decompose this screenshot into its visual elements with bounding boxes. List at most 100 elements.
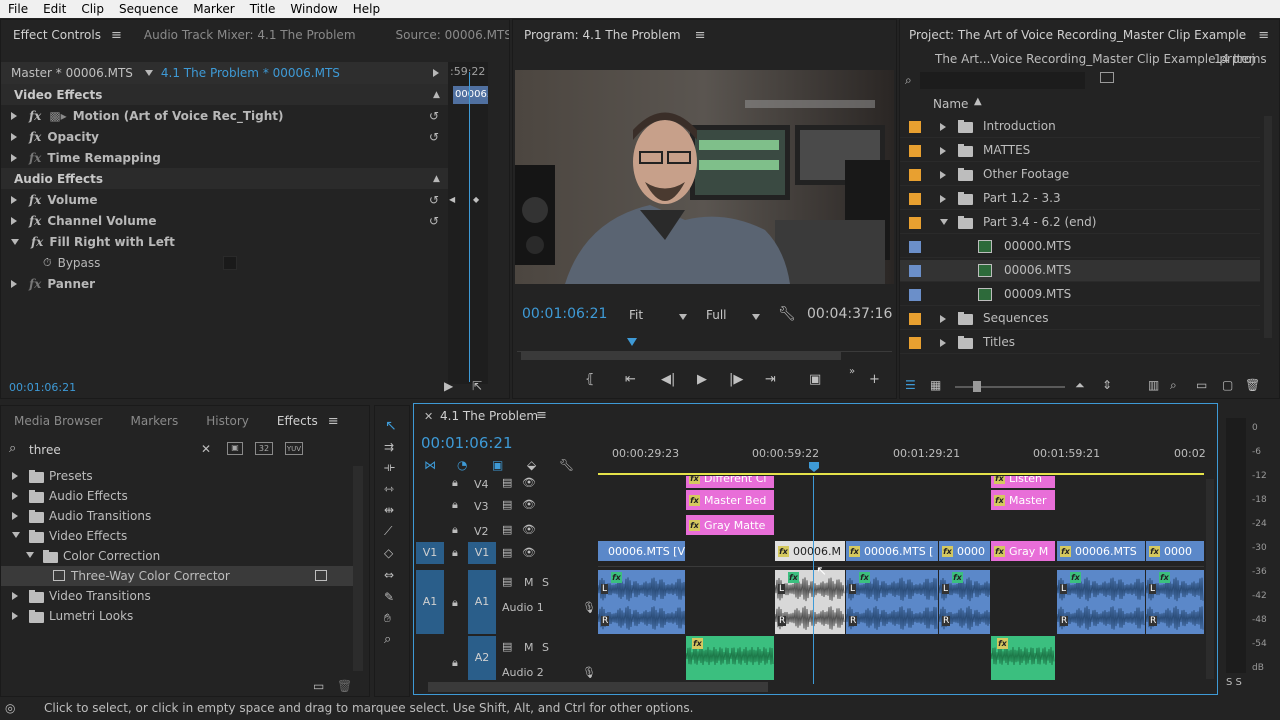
audio-clip-a1[interactable]: L Rfx (1057, 570, 1145, 634)
clip-v1[interactable]: fx 0000 (939, 541, 990, 561)
add-button-icon[interactable]: + (869, 372, 880, 387)
sync-lock-icon[interactable]: ▤ (502, 523, 512, 536)
menu-clip[interactable]: Clip (73, 2, 111, 16)
nest-icon[interactable]: ▣ (492, 458, 503, 472)
lock-icon[interactable]: 🔒︎ (452, 476, 458, 490)
clip-v1[interactable]: fx 00006.MTS [ (846, 541, 938, 561)
reset-icon[interactable]: ↺ (429, 130, 439, 144)
lock-icon[interactable]: 🔒︎ (452, 596, 458, 610)
master-dropdown-icon[interactable] (144, 70, 153, 76)
effects-search-input[interactable]: three ✕ (27, 441, 215, 459)
expand-icon[interactable] (940, 171, 946, 179)
program-scrub-bar[interactable] (517, 338, 892, 352)
effect-fill-right[interactable]: fx Fill Right with Left (1, 231, 448, 252)
label-color-swatch[interactable] (909, 313, 921, 325)
panel-menu-icon[interactable]: ≡ (328, 414, 339, 429)
timeline-timecode[interactable]: 00:01:06:21 (421, 434, 513, 452)
collapse-icon[interactable] (26, 552, 34, 558)
effects-tree-item[interactable]: Audio Effects (1, 486, 353, 506)
linked-selection-icon[interactable]: ◔ (457, 458, 467, 472)
play-audio-icon[interactable]: ▶ (444, 379, 453, 393)
menu-window[interactable]: Window (282, 2, 344, 16)
effects-tree-item[interactable]: Video Effects (1, 526, 353, 546)
effects-tree-item[interactable]: Audio Transitions (1, 506, 353, 526)
project-item[interactable]: Other Footage (900, 164, 1260, 186)
expand-icon[interactable] (11, 216, 17, 225)
audio-clip-a1[interactable]: L Rfx (775, 570, 845, 634)
clear-search-icon[interactable]: ✕ (201, 442, 211, 456)
eye-icon[interactable]: 👁︎ (522, 546, 536, 559)
find-icon[interactable]: ⌕ (1170, 378, 1177, 393)
eye-icon[interactable]: 👁︎ (522, 498, 536, 511)
reset-icon[interactable]: ↺ (429, 214, 439, 228)
project-item[interactable]: Titles (900, 332, 1260, 354)
menu-edit[interactable]: Edit (35, 2, 73, 16)
expand-icon[interactable] (12, 612, 18, 620)
trash-icon[interactable]: 🗑︎ (337, 679, 352, 693)
rolling-edit-tool-icon[interactable]: ⇿ (384, 482, 394, 496)
eye-icon[interactable]: 👁︎ (522, 523, 536, 536)
clip-v1-matte[interactable]: fx Gray M (991, 541, 1055, 561)
sequence-clip-label[interactable]: 4.1 The Problem * 00006.MTS (161, 66, 340, 80)
more-icon[interactable]: » (849, 366, 855, 377)
project-scrollbar[interactable] (1264, 116, 1272, 338)
ripple-edit-tool-icon[interactable]: ⟛ (384, 460, 395, 475)
reset-icon[interactable]: ↺ (429, 193, 439, 207)
solo-button[interactable]: S (542, 576, 549, 589)
slider-handle[interactable] (973, 381, 981, 392)
track-area[interactable]: fx Different Ci fx Listen fx Master Bed fx M… (598, 476, 1204, 684)
tab-timeline[interactable]: 4.1 The Problem (440, 409, 538, 423)
step-forward-icon[interactable]: |▶ (729, 372, 743, 387)
audio-clip-a1[interactable]: L Rfx (598, 570, 685, 634)
effect-opacity[interactable]: fx Opacity ↺ (1, 126, 448, 147)
expand-icon[interactable] (11, 153, 17, 162)
audio-clip-a1[interactable]: L Rfx (939, 570, 990, 634)
snap-icon[interactable]: ⋈ (424, 458, 436, 472)
pen-tool-icon[interactable]: ✎ (384, 590, 394, 604)
mini-playhead[interactable] (469, 72, 470, 382)
zoom-tool-icon[interactable]: ⌕ (384, 632, 391, 647)
list-view-icon[interactable]: ☰ (905, 378, 916, 392)
mute-button[interactable]: M (524, 576, 534, 589)
collapse-icon[interactable] (940, 219, 948, 225)
label-color-swatch[interactable] (909, 289, 921, 301)
expand-icon[interactable] (12, 492, 18, 500)
fx-icon[interactable]: fx (29, 214, 41, 228)
clip-v4-title[interactable]: fx Listen (991, 476, 1055, 488)
timeline-horizontal-scrollbar[interactable] (428, 682, 768, 692)
fx-icon[interactable]: fx (29, 109, 41, 123)
sync-lock-icon[interactable]: ▤ (502, 498, 512, 511)
tab-project[interactable]: Project: The Art of Voice Recording_Mast… (900, 28, 1254, 42)
solo-button[interactable]: S (542, 641, 549, 654)
clip-v1[interactable]: fx 0000 (1146, 541, 1204, 561)
clip-v1[interactable]: fx 00006.MTS (1057, 541, 1145, 561)
playhead-line[interactable] (813, 476, 814, 684)
eye-icon[interactable]: 👁︎ (522, 476, 536, 489)
tab-effects[interactable]: Effects (269, 414, 326, 428)
new-bin-icon[interactable]: ▭ (313, 679, 324, 693)
tab-media-browser[interactable]: Media Browser (1, 414, 110, 428)
lock-icon[interactable]: 🔒︎ (452, 523, 458, 537)
program-timecode[interactable]: 00:01:06:21 (522, 306, 607, 322)
clip-v1[interactable]: 00006.MTS [V] (598, 541, 685, 561)
mute-button[interactable]: M (524, 641, 534, 654)
clip-v3-title[interactable]: fx Master (991, 490, 1055, 510)
timeline-settings-icon[interactable]: 🔧︎ (559, 458, 574, 472)
mic-icon[interactable]: 🎙︎ (582, 666, 596, 679)
fit-dropdown[interactable]: Fit (629, 308, 687, 324)
label-color-swatch[interactable] (909, 145, 921, 157)
panel-menu-icon[interactable]: ≡ (536, 408, 547, 423)
program-zoom-scrollbar[interactable] (521, 352, 841, 360)
slide-tool-icon[interactable]: ⇔ (384, 568, 394, 582)
expand-icon[interactable] (940, 147, 946, 155)
label-color-swatch[interactable] (909, 265, 921, 277)
tab-audio-track-mixer[interactable]: Audio Track Mixer: 4.1 The Problem (136, 28, 364, 42)
storyboard-icon[interactable]: ▥ (1148, 378, 1159, 392)
mic-icon[interactable]: 🎙︎ (582, 601, 596, 614)
effect-time-remapping[interactable]: fx Time Remapping (1, 147, 448, 168)
label-color-swatch[interactable] (909, 241, 921, 253)
quality-dropdown[interactable]: Full (706, 308, 760, 324)
clip-v1-selected[interactable]: fx 00006.M (775, 541, 845, 561)
solo-buttons[interactable]: S S (1226, 677, 1242, 688)
clip-v3-title[interactable]: fx Master Bed (686, 490, 774, 510)
